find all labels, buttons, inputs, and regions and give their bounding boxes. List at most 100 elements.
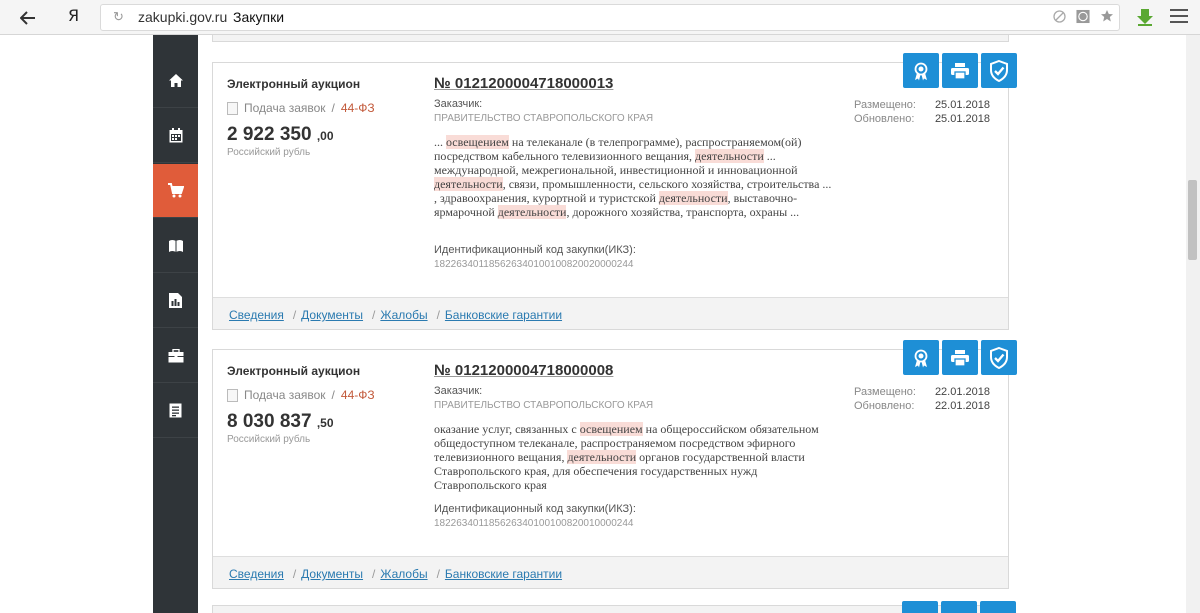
link-details[interactable]: Сведения [229,308,284,322]
protection-button[interactable] [981,340,1017,375]
purchase-card: Электронный аукцион Подача заявок / 44-Ф… [212,53,1017,330]
home-icon [168,74,183,87]
award-icon [914,62,928,80]
nav-home[interactable] [153,54,198,108]
card-actions [903,53,1017,88]
link-bank-guarantees[interactable]: Банковские гарантии [445,308,562,322]
side-navigation [153,35,198,613]
browser-toolbar: Я ↻ zakupki.gov.ru Закупки [0,0,1200,35]
purchase-stage: Подача заявок / 44-ФЗ [227,101,375,115]
nav-reports[interactable] [153,274,198,328]
yandex-logo[interactable]: Я [68,6,79,25]
cart-icon [167,183,184,198]
posted-date: 25.01.2018 [934,99,990,111]
print-button[interactable] [942,340,978,375]
ikz-label: Идентификационный код закупки(ИКЗ): [434,503,636,515]
purchase-number-link[interactable]: № 0121200004718000013 [434,75,613,92]
document-icon [227,388,238,402]
protect-icon[interactable] [1076,9,1090,23]
link-bank-guarantees[interactable]: Банковские гарантии [445,567,562,581]
left-margin [0,35,153,613]
dates-block: Размещено: 25.01.2018 Обновлено: 25.01.201… [854,98,990,126]
shield-check-icon [990,346,1008,369]
block-icon[interactable] [1052,9,1066,23]
address-domain[interactable]: zakupki.gov.ru [138,9,227,25]
link-documents[interactable]: Документы [301,567,363,581]
award-button[interactable] [903,340,939,375]
nav-purchases[interactable] [153,164,198,218]
highlighted-keyword: деятельности [434,177,503,191]
purchase-card: Электронный аукцион Подача заявок / 44-Ф… [212,340,1017,589]
law-label: 44-ФЗ [340,101,375,115]
report-icon [169,293,182,308]
updated-date: 22.01.2018 [934,400,990,412]
updated-date: 25.01.2018 [934,113,990,125]
link-complaints[interactable]: Жалобы [380,567,427,581]
card-footer: Сведения / Документы / Жалобы / Банковские гар… [213,297,1008,329]
download-icon[interactable] [1135,7,1155,32]
purchase-description: оказание услуг, связанных с освещением н… [434,422,834,492]
scrollbar-thumb[interactable] [1188,180,1197,260]
ikz-label: Идентификационный код закупки(ИКЗ): [434,244,636,256]
refresh-icon[interactable]: ↻ [113,9,124,25]
ikz-value: 182263401185626340100100820010000244 [434,518,634,529]
protection-button[interactable] [981,53,1017,88]
description-text: ... [434,135,446,149]
customer-name[interactable]: ПРАВИТЕЛЬСТВО СТАВРОПОЛЬСКОГО КРАЯ [434,113,653,124]
highlighted-keyword: деятельности [695,149,764,163]
law-label: 44-ФЗ [340,388,375,402]
customer-name[interactable]: ПРАВИТЕЛЬСТВО СТАВРОПОЛЬСКОГО КРАЯ [434,400,653,411]
procedure-type: Электронный аукцион [227,77,361,91]
nav-business[interactable] [153,329,198,383]
nav-calendar[interactable] [153,109,198,163]
purchase-description: ... освещением на телеканале (в телепрог… [434,135,834,219]
highlighted-keyword: деятельности [658,191,728,205]
ikz-value: 182263401185626340100100820020000244 [434,259,634,270]
printer-icon [951,62,969,80]
award-button[interactable] [902,601,938,613]
star-icon[interactable] [1100,9,1114,23]
page-title: Закупки [233,9,285,25]
scrollbar[interactable] [1186,35,1200,613]
customer-label: Заказчик: [434,98,483,110]
back-arrow-icon[interactable] [14,6,42,30]
link-complaints[interactable]: Жалобы [380,308,427,322]
next-card-actions [902,601,1016,613]
print-button[interactable] [941,601,977,613]
highlighted-keyword: деятельности [497,205,567,219]
dates-block: Размещено: 22.01.2018 Обновлено: 22.01.201… [854,385,990,413]
purchase-number-link[interactable]: № 0121200004718000008 [434,362,613,379]
updated-label: Обновлено: [854,113,915,125]
procedure-type: Электронный аукцион [227,364,361,378]
purchase-stage: Подача заявок / 44-ФЗ [227,388,375,402]
description-text: оказание услуг, связанных с [434,422,580,436]
description-text: , дорожного хозяйства, транспорта, охран… [566,205,800,219]
posted-date: 22.01.2018 [934,386,990,398]
currency: Российский рубль [227,434,311,445]
link-documents[interactable]: Документы [301,308,363,322]
print-button[interactable] [942,53,978,88]
shield-check-icon [990,59,1008,82]
initial-price: 8 030 837 ,50 [227,411,334,433]
currency: Российский рубль [227,147,311,158]
link-details[interactable]: Сведения [229,567,284,581]
award-button[interactable] [903,53,939,88]
price-kopecks: ,00 [316,129,334,143]
page-content: Электронный аукцион Подача заявок / 44-Ф… [0,35,1200,613]
book-icon [168,239,183,252]
nav-documents[interactable] [153,384,198,438]
card-actions [903,340,1017,375]
nav-library[interactable] [153,219,198,273]
printer-icon [951,349,969,367]
price-main: 8 030 837 [227,411,312,432]
customer-label: Заказчик: [434,385,483,397]
stage-label: Подача заявок [244,101,326,115]
stage-label: Подача заявок [244,388,326,402]
highlighted-keyword: освещением [579,422,643,436]
hamburger-menu-icon[interactable] [1170,9,1188,27]
price-main: 2 922 350 [227,124,312,145]
protection-button[interactable] [980,601,1016,613]
highlighted-keyword: деятельности [567,450,637,464]
document-icon [227,101,238,115]
award-icon [914,349,928,367]
